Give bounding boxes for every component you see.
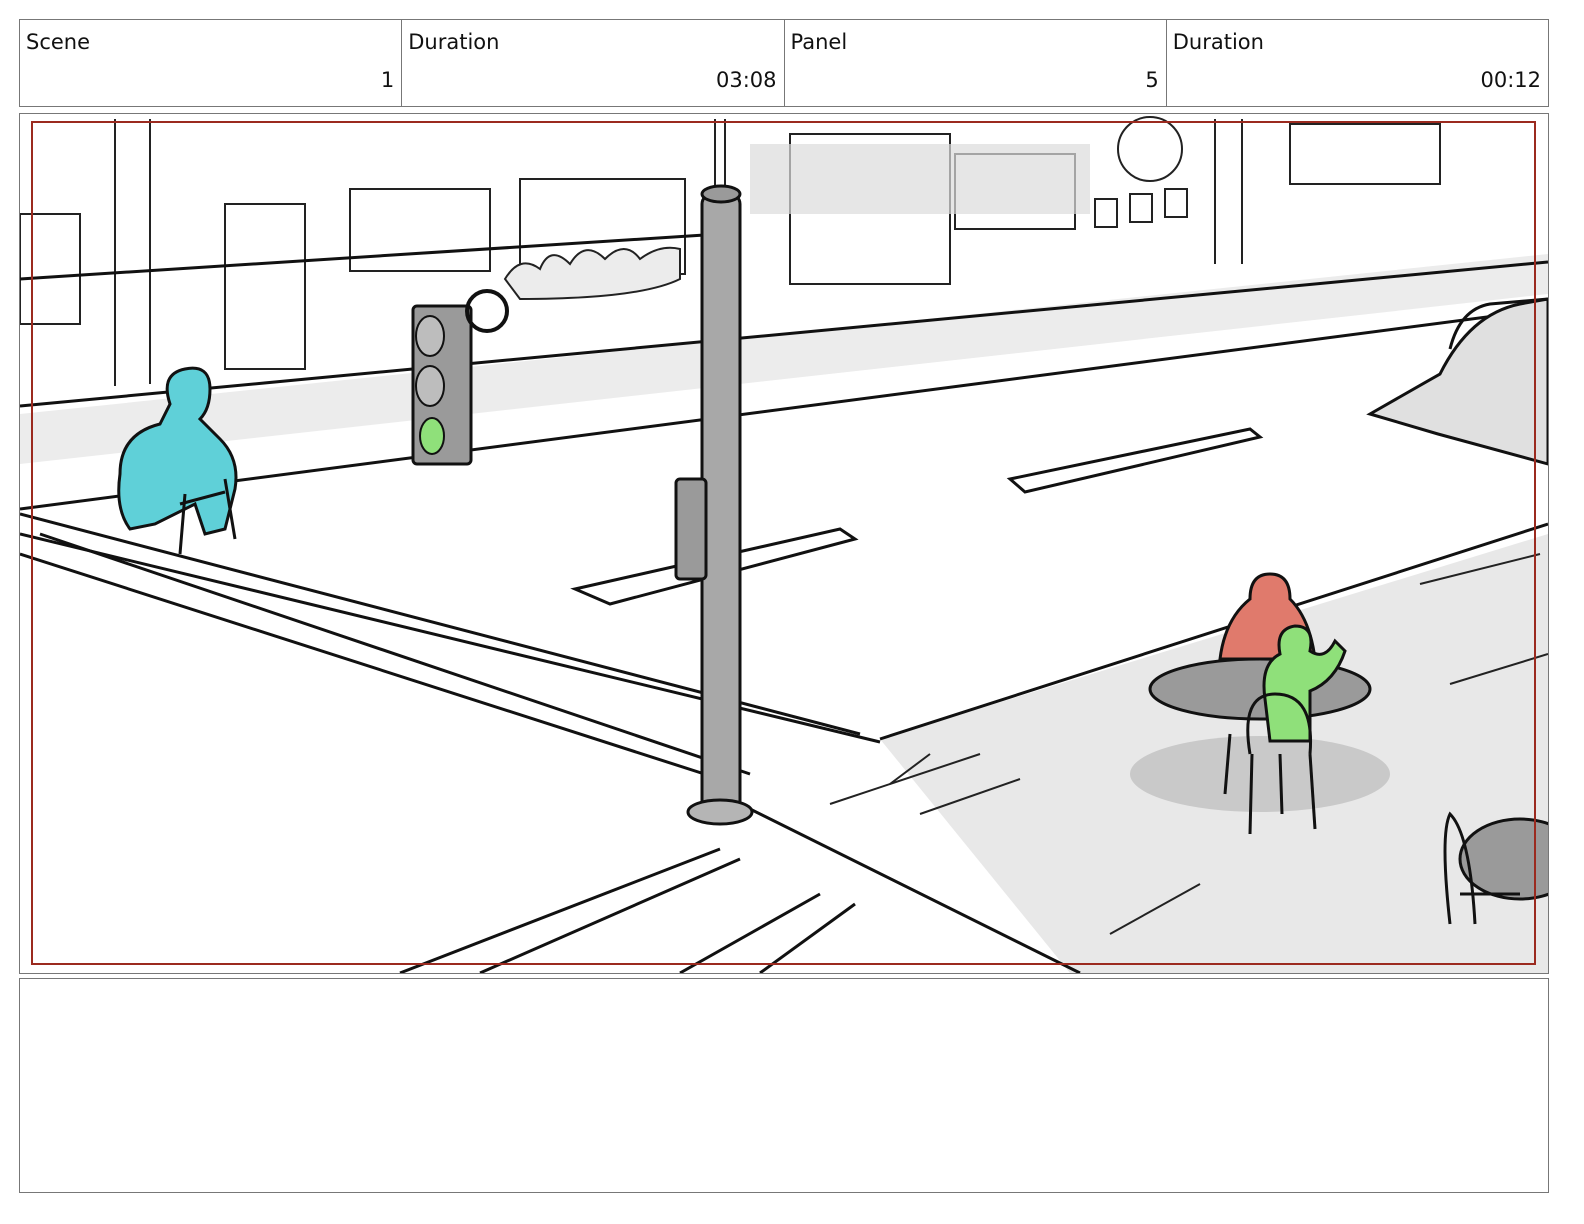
scene-label: Scene <box>26 30 91 54</box>
scene-duration-label: Duration <box>408 30 500 54</box>
scene-cell: Scene 1 <box>20 20 403 106</box>
panel-cell: Panel 5 <box>785 20 1167 106</box>
far-sidewalk <box>20 254 1548 464</box>
panel-info-header: Scene 1 Duration 03:08 Panel 5 Duration … <box>19 19 1549 107</box>
awning-shade <box>750 144 1090 214</box>
panel-notes-box[interactable] <box>19 978 1549 1193</box>
green-signal-light <box>419 417 445 455</box>
planter-hedge <box>503 246 681 301</box>
storyboard-sketch <box>20 116 1548 973</box>
signal-pole <box>674 184 754 826</box>
panel-number[interactable]: 5 <box>1145 68 1158 92</box>
scene-duration-value[interactable]: 03:08 <box>716 68 777 92</box>
scene-duration-cell: Duration 03:08 <box>402 20 785 106</box>
panel-label: Panel <box>790 30 848 54</box>
panel-duration-cell: Duration 00:12 <box>1167 20 1548 106</box>
parked-car <box>1366 297 1548 466</box>
panel-duration-label: Duration <box>1172 30 1264 54</box>
panel-duration-value[interactable]: 00:12 <box>1480 68 1541 92</box>
scene-number[interactable]: 1 <box>381 68 394 92</box>
table-shadow <box>1130 736 1390 812</box>
storyboard-frame[interactable] <box>19 113 1549 974</box>
